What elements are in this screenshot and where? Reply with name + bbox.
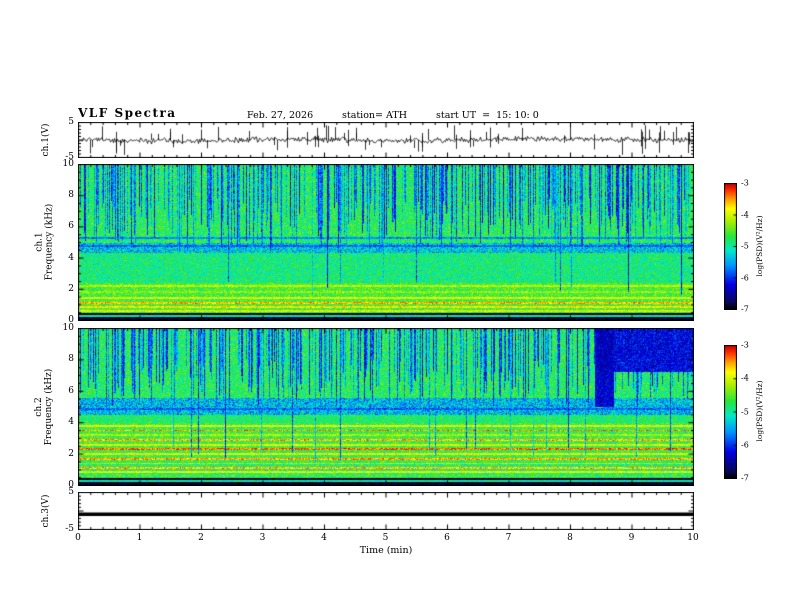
ch2-frequency-units-label: Frequency (kHz) bbox=[44, 368, 54, 446]
colorbar-tick-label: -3 bbox=[741, 178, 749, 188]
colorbar-tick-label: -5 bbox=[741, 241, 749, 251]
x-tick-label: 3 bbox=[259, 533, 266, 543]
ch1-frequency-units-label: Frequency (kHz) bbox=[44, 203, 55, 281]
colorbar-tick-label: -3 bbox=[741, 340, 749, 350]
colorbar-tick-label: -4 bbox=[741, 373, 749, 383]
plot-title: VLF Spectra bbox=[78, 106, 177, 120]
colorbar-tick-label: -4 bbox=[741, 210, 749, 219]
voltage-tick-label: -5 bbox=[65, 524, 74, 534]
x-tick-label: 1 bbox=[136, 533, 143, 543]
x-tick-label: 7 bbox=[505, 533, 512, 543]
frequency-tick-label: 2 bbox=[68, 448, 74, 459]
x-tick-label: 4 bbox=[321, 533, 327, 543]
ch3-voltage-axis-label: ch.3(V) bbox=[41, 494, 51, 528]
voltage-tick-label: 5 bbox=[68, 117, 74, 127]
voltage-tick-label: 5 bbox=[68, 487, 74, 497]
vlf-spectra-figure: VLF Spectra Feb. 27, 2026 station= ATH s… bbox=[0, 0, 792, 612]
header-date: Feb. 27, 2026 bbox=[247, 110, 314, 121]
x-tick-label: 9 bbox=[628, 533, 635, 543]
frequency-tick-label: 10 bbox=[62, 323, 74, 333]
ch2-frequency-axis-label: ch.2 Frequency (kHz) bbox=[34, 328, 54, 486]
x-tick-label: 0 bbox=[75, 533, 81, 543]
frequency-tick-label: 2 bbox=[68, 283, 74, 294]
ch1-label: ch.1 bbox=[34, 232, 45, 252]
header-station: station= ATH bbox=[342, 110, 407, 121]
colorbar-tick-label: -6 bbox=[741, 440, 749, 450]
colorbar-tick-label: -6 bbox=[741, 273, 749, 282]
frequency-tick-label: 4 bbox=[68, 417, 74, 428]
x-tick-label: 10 bbox=[687, 533, 699, 543]
ch1-colorbar-label: log(PSD)(V²/Hz) bbox=[755, 215, 764, 277]
frequency-tick-label: 8 bbox=[68, 354, 74, 365]
ch2-spectrogram-panel bbox=[78, 328, 694, 486]
ch2-label: ch.2 bbox=[34, 397, 44, 417]
x-tick-label: 8 bbox=[567, 533, 573, 543]
ch1-waveform-panel bbox=[78, 122, 694, 158]
ch3-waveform-panel bbox=[78, 492, 694, 530]
ch1-spectrogram-panel bbox=[78, 164, 694, 321]
ch1-frequency-axis-label: ch.1 Frequency (kHz) bbox=[35, 164, 55, 321]
ch2-colorbar bbox=[724, 345, 737, 479]
colorbar-tick-label: -7 bbox=[741, 473, 749, 483]
frequency-tick-label: 8 bbox=[68, 190, 74, 201]
x-tick-label: 2 bbox=[198, 533, 204, 543]
colorbar-tick-label: -7 bbox=[741, 304, 749, 314]
frequency-tick-label: 6 bbox=[68, 221, 74, 232]
x-tick-label: 5 bbox=[382, 533, 389, 543]
colorbar-tick-label: -5 bbox=[741, 407, 749, 416]
voltage-tick-label: -5 bbox=[65, 152, 74, 162]
ch1-colorbar bbox=[724, 183, 737, 310]
header-start-ut: start UT = 15: 10: 0 bbox=[436, 110, 539, 121]
x-axis-label: Time (min) bbox=[359, 545, 413, 556]
frequency-tick-label: 6 bbox=[68, 385, 74, 396]
x-tick-label: 6 bbox=[444, 533, 450, 543]
ch2-colorbar-label: log(PSD)(V²/Hz) bbox=[755, 380, 764, 442]
frequency-tick-label: 4 bbox=[68, 252, 74, 263]
